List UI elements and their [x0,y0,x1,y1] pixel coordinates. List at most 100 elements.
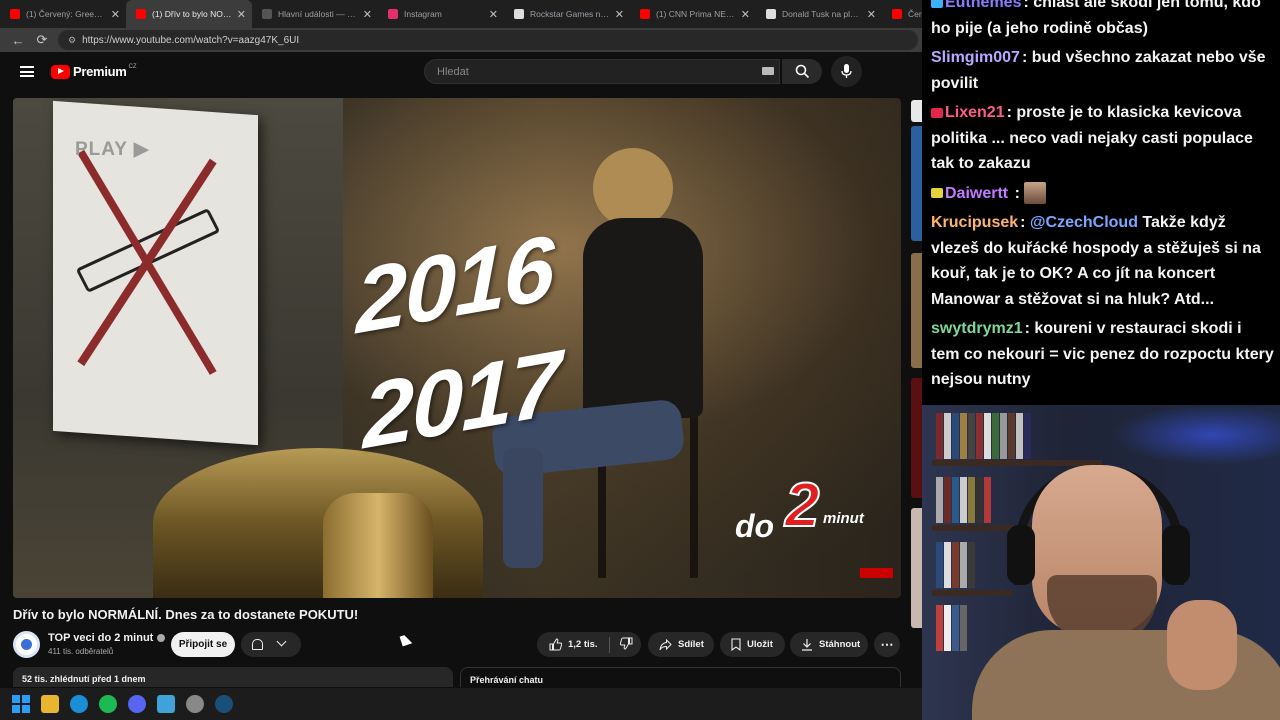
file-explorer-icon[interactable] [41,695,59,713]
youtube-logo[interactable]: Premium CZ [51,64,137,79]
related-thumbnail[interactable] [911,100,922,122]
address-bar[interactable]: ⚙ https://www.youtube.com/watch?v=aazg47… [58,30,918,50]
cigarette-drawing [75,207,221,293]
download-button[interactable]: Stáhnout [790,632,868,657]
search-placeholder: Hledat [437,65,469,78]
close-tab-icon[interactable]: ✕ [615,8,624,21]
search-button[interactable] [782,59,822,84]
obs-icon[interactable] [186,695,204,713]
chat-message: Slimgim007: bud všechno zakazat nebo vše… [931,45,1274,96]
video-player[interactable]: PLAY ▶ 2016 2017 do 2 minut [13,98,901,598]
browser-tab[interactable]: (1) Červený: Green Deal... ✕ [0,0,126,28]
dislike-button[interactable] [619,637,633,653]
steam-icon[interactable] [215,695,233,713]
discord-icon[interactable] [128,695,146,713]
brass-pipe [153,448,483,598]
channel-name-text[interactable]: TOP veci do 2 minut [48,632,153,644]
search-input[interactable]: Hledat [424,59,780,84]
notification-button[interactable] [241,632,301,657]
tab-title: Instagram [404,9,442,19]
share-icon [659,638,672,650]
books [936,605,968,651]
back-icon[interactable]: ← [6,33,30,48]
browser-tab[interactable]: (1) CNN Prima NEWS - Y... ✕ [630,0,756,28]
thumbs-up-icon [549,638,562,651]
browser-tab[interactable]: (1) Dřív to bylo NORMÁLNÍ... ✕ [126,0,252,28]
youtube-header: Premium CZ Hledat [0,52,922,92]
divider [608,636,610,653]
chat-username[interactable]: Euthemes [945,0,1021,11]
browser-tab[interactable]: Červ [882,0,922,28]
tab-title: Donald Tusk na platform... [782,9,863,19]
chat-message: Daiwertt : [931,181,1274,207]
chat-message: Lixen21: proste je to klasicka kevicova … [931,100,1274,177]
reload-icon[interactable]: ⟳ [30,32,54,48]
verified-icon [157,634,166,643]
browser-tab[interactable]: Rockstar Games na platf... ✕ [504,0,630,28]
youtube-icon [892,9,902,19]
chat-mention[interactable]: @CzechCloud [1030,214,1138,231]
description-box[interactable]: 52 tis. zhlédnutí před 1 dnem [13,667,453,687]
like-dislike-group: 1,2 tis. [537,632,641,657]
subscribe-badge [860,568,893,578]
stream-chat-overlay: Euthemes: chlast ale škodí jen tomu, kdo… [922,0,1280,405]
browser-tab[interactable]: Donald Tusk na platform... ✕ [756,0,882,28]
share-button[interactable]: Sdílet [648,632,714,657]
save-button[interactable]: Uložit [720,632,785,657]
bookshelf [932,590,1012,596]
chat-replay-box[interactable]: Přehrávání chatu [460,667,901,687]
ct24-icon [262,9,272,19]
close-tab-icon[interactable]: ✕ [237,8,246,21]
related-thumbnail[interactable] [911,378,922,498]
windows-start-icon[interactable] [12,695,30,713]
chat-replay-label: Přehrávání chatu [470,675,544,685]
channel-avatar[interactable] [13,631,40,658]
keyboard-icon[interactable] [762,67,774,75]
browser-tab[interactable]: Instagram ✕ [378,0,504,28]
url-text: https://www.youtube.com/watch?v=aazg47K_… [82,34,300,46]
close-tab-icon[interactable]: ✕ [111,8,120,21]
join-button[interactable]: Připojit se [171,632,235,657]
chat-message: Krucipusek: @CzechCloud Takže když vleze… [931,214,1261,308]
chat-username[interactable]: Slimgim007 [931,49,1020,66]
channel-name[interactable]: TOP veci do 2 minut [48,632,166,644]
bookshelf [932,460,1102,466]
windows-taskbar [0,688,922,720]
browser-tabstrip: (1) Červený: Green Deal...✕(1) Dřív to b… [0,0,922,28]
chat-username[interactable]: swytdrymz1 [931,320,1023,337]
books [936,542,976,588]
browser-tab[interactable]: Hlavní události — ČT24 ✕ [252,0,378,28]
bookmark-icon [731,638,741,651]
download-icon [802,639,812,651]
more-actions-button[interactable]: ⋯ [874,632,900,657]
close-tab-icon[interactable]: ✕ [867,8,876,21]
chat-username[interactable]: Lixen21 [945,104,1005,121]
tab-title: (1) Dřív to bylo NORMÁLNÍ... [152,9,233,19]
related-thumbnail[interactable] [911,508,922,628]
mouse-cursor-icon [399,633,413,647]
youtube-play-icon [51,64,70,79]
site-info-icon[interactable]: ⚙ [68,35,76,46]
instagram-icon [388,9,398,19]
edge-browser-icon[interactable] [70,695,88,713]
close-tab-icon[interactable]: ✕ [741,8,750,21]
like-button[interactable]: 1,2 tis. [537,638,598,651]
person-torso [583,218,703,418]
related-thumbnail[interactable] [911,253,922,368]
chevron-down-icon [276,636,287,647]
close-tab-icon[interactable]: ✕ [489,8,498,21]
brass-pipe [323,493,433,598]
close-tab-icon[interactable]: ✕ [363,8,372,21]
chat-username[interactable]: Daiwertt [945,185,1008,202]
spotify-icon[interactable] [99,695,117,713]
voice-search-button[interactable] [831,56,862,87]
notepad-icon[interactable] [157,695,175,713]
chat-username[interactable]: Krucipusek [931,214,1018,231]
browser-toolbar: ← ⟳ ⚙ https://www.youtube.com/watch?v=aa… [0,28,922,52]
headphone-earcup [1162,525,1190,585]
related-thumbnail[interactable] [911,126,922,241]
chat-badge-icon [931,107,943,118]
chat-emote-icon [1024,182,1047,205]
chat-message: swytdrymz1: koureni v restauraci skodi i… [931,316,1274,393]
hamburger-menu-icon[interactable] [20,66,34,77]
